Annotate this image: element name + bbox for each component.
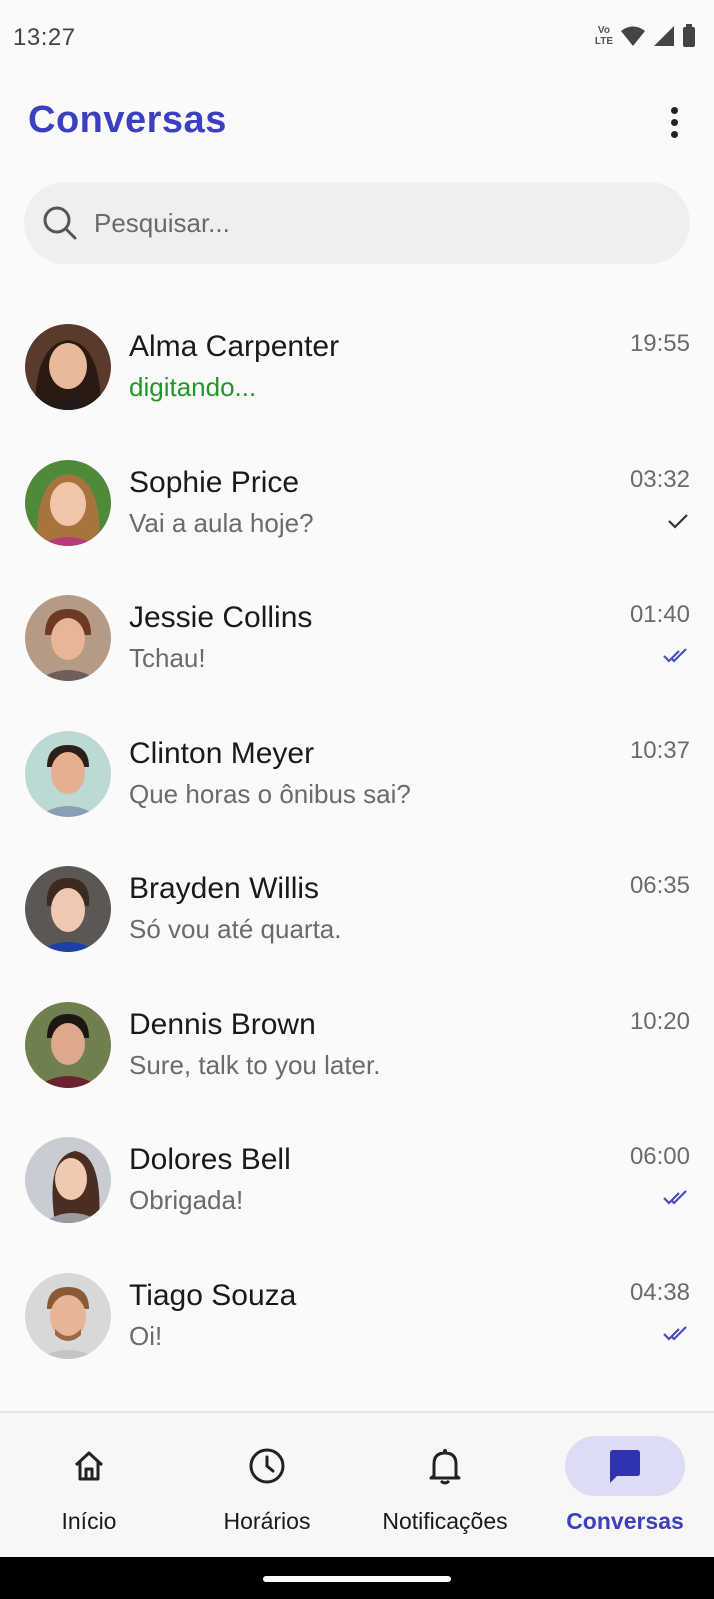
search-bar[interactable] — [24, 182, 690, 264]
wifi-icon — [621, 26, 645, 46]
chat-name: Clinton Meyer — [129, 736, 315, 770]
nav-label: Início — [61, 1508, 117, 1534]
chat-item-brayden-willis[interactable]: Brayden Willis Só vou até quarta. 06:35 — [0, 842, 714, 978]
chat-time: 10:20 — [629, 1007, 690, 1035]
chat-bubble-icon — [565, 1436, 685, 1496]
typing-indicator: digitando... — [129, 372, 257, 402]
status-icons: Vo LTE — [595, 24, 696, 48]
chat-item-clinton-meyer[interactable]: Clinton Meyer Que horas o ônibus sai? 10… — [0, 707, 714, 843]
chat-last-message: Só vou até quarta. — [129, 914, 342, 944]
chat-last-message: Oi! — [129, 1320, 163, 1351]
more-vert-icon — [670, 106, 678, 114]
cellular-signal-icon — [654, 26, 674, 46]
bottom-navigation: Início Horários Notificações Conversas — [0, 1411, 714, 1557]
chat-time: 01:40 — [629, 601, 690, 628]
status-bar: 13:27 Vo LTE — [0, 0, 714, 78]
read-double-check-icon — [663, 1325, 687, 1341]
sent-check-icon — [668, 513, 688, 529]
nav-item-horarios[interactable]: Horários — [178, 1413, 356, 1559]
chat-name: Alma Carpenter — [129, 330, 340, 363]
clock-icon — [207, 1436, 327, 1496]
search-input[interactable] — [94, 207, 634, 239]
chat-name: Dolores Bell — [129, 1143, 291, 1176]
home-icon — [29, 1436, 149, 1496]
chat-name: Dennis Brown — [129, 1007, 316, 1041]
nav-item-inicio[interactable]: Início — [0, 1413, 178, 1559]
chat-name: Sophie Price — [129, 465, 300, 499]
chat-time: 04:38 — [629, 1278, 690, 1306]
bell-icon — [385, 1436, 505, 1496]
chat-last-message: Vai a aula hoje? — [129, 507, 314, 538]
chat-item-jessie-collins[interactable]: Jessie Collins Tchau! 01:40 — [0, 571, 714, 707]
system-gesture-bar — [0, 1557, 714, 1599]
chat-item-dennis-brown[interactable]: Dennis Brown Sure, talk to you later. 10… — [0, 978, 714, 1114]
chat-item-alma-carpenter[interactable]: Alma Carpenter digitando... 19:55 — [0, 300, 714, 436]
search-icon — [43, 206, 77, 240]
chat-time: 19:55 — [629, 330, 690, 357]
avatar — [25, 595, 111, 681]
volte-lte-icon: Vo LTE — [594, 25, 613, 47]
chat-name: Tiago Souza — [129, 1278, 297, 1312]
chat-last-message: Sure, talk to you later. — [129, 1049, 381, 1080]
avatar — [25, 866, 111, 952]
chat-time: 03:32 — [629, 465, 690, 493]
nav-label: Notificações — [382, 1508, 508, 1534]
nav-label: Conversas — [566, 1508, 684, 1534]
chat-item-dolores-bell[interactable]: Dolores Bell Obrigada! 06:00 — [0, 1113, 714, 1249]
avatar — [25, 324, 111, 410]
chat-time: 06:00 — [629, 1143, 690, 1170]
chat-last-message: Tchau! — [129, 643, 206, 673]
avatar — [25, 1272, 111, 1359]
read-double-check-icon — [663, 648, 687, 663]
chat-time: 10:37 — [629, 736, 690, 764]
more-options-button[interactable] — [652, 95, 696, 149]
nav-item-conversas[interactable]: Conversas — [536, 1413, 714, 1559]
battery-icon — [683, 24, 695, 47]
app-header: Conversas — [0, 95, 714, 157]
status-time: 13:27 — [13, 24, 76, 51]
chat-name: Brayden Willis — [129, 872, 320, 905]
chat-list: Alma Carpenter digitando... 19:55 Sophie… — [0, 300, 714, 1384]
home-gesture-handle[interactable] — [263, 1576, 451, 1582]
read-double-check-icon — [663, 1190, 687, 1205]
avatar — [25, 1137, 111, 1223]
nav-label: Horários — [223, 1508, 311, 1534]
nav-item-notificacoes[interactable]: Notificações — [356, 1413, 534, 1559]
avatar — [25, 1001, 111, 1088]
chat-name: Jessie Collins — [129, 601, 313, 634]
page-title: Conversas — [28, 99, 227, 141]
chat-time: 06:35 — [629, 872, 690, 899]
chat-item-tiago-souza[interactable]: Tiago Souza Oi! 04:38 — [0, 1249, 714, 1385]
avatar — [25, 730, 111, 817]
avatar — [25, 459, 111, 546]
chat-last-message: Obrigada! — [129, 1185, 244, 1215]
chat-item-sophie-price[interactable]: Sophie Price Vai a aula hoje? 03:32 — [0, 436, 714, 572]
chat-last-message: Que horas o ônibus sai? — [129, 778, 411, 809]
